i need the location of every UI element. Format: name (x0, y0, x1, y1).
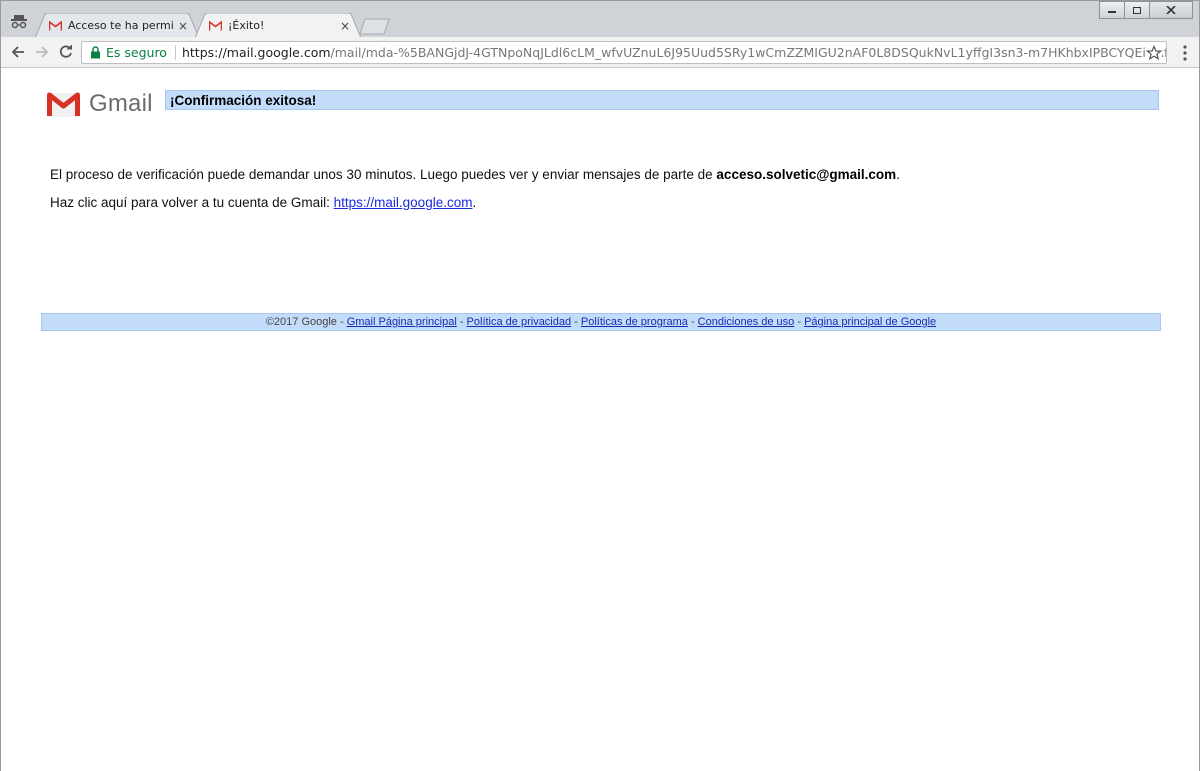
url-host: https://mail.google.com (181, 45, 331, 60)
gmail-link[interactable]: https://mail.google.com (334, 195, 473, 210)
incognito-icon (11, 15, 27, 29)
footer-separator: - (794, 316, 805, 328)
reload-icon (59, 45, 72, 58)
return-message: Haz clic aquí para volver a tu cuenta de… (50, 195, 476, 210)
tab-title: ¡Éxito! (228, 19, 265, 32)
minimize-button[interactable] (1099, 1, 1125, 19)
title-bar: Acceso te ha permitido e × ¡Éxito! × (1, 1, 1199, 38)
back-button[interactable] (9, 43, 27, 61)
message-punctuation: . (472, 195, 477, 210)
url-path: /mail/mda-%5BANGjdJ-4GTNpoNqJLdl6cLM_wfv… (330, 45, 1166, 60)
footer-link-gmail-home[interactable]: Gmail Página principal (347, 316, 457, 328)
back-icon (11, 46, 24, 58)
gmail-logo[interactable]: Gmail (47, 90, 153, 118)
address-bar[interactable]: Es seguro https://mail.google.com/mail/m… (81, 41, 1167, 64)
footer-separator: - (336, 316, 347, 328)
divider (174, 45, 176, 60)
message-punctuation: . (896, 167, 900, 182)
confirmation-title: ¡Confirmación exitosa! (165, 90, 1159, 110)
logo-text: Gmail (89, 90, 153, 117)
star-icon[interactable] (1146, 45, 1162, 61)
window-controls (1099, 1, 1193, 19)
tab-acceso[interactable]: Acceso te ha permitido e × (35, 13, 199, 38)
lock-icon (91, 46, 100, 59)
tab-exito[interactable]: ¡Éxito! × (195, 13, 361, 38)
page-content: Gmail ¡Confirmación exitosa! El proceso … (1, 69, 1199, 771)
forward-button[interactable] (33, 43, 51, 61)
gmail-m-icon (47, 92, 80, 117)
footer-link-program-policies[interactable]: Políticas de programa (581, 316, 688, 328)
minimize-icon (1108, 11, 1116, 13)
account-email: acceso.solvetic@gmail.com (716, 167, 897, 182)
verification-message: El proceso de verificación puede demanda… (50, 167, 900, 182)
menu-icon[interactable] (1183, 45, 1187, 61)
tab-title: Acceso te ha permitido e (68, 19, 173, 32)
browser-window: Acceso te ha permitido e × ¡Éxito! × (0, 0, 1200, 771)
footer-separator: - (687, 316, 698, 328)
footer-link-privacy[interactable]: Política de privacidad (467, 316, 572, 328)
forward-icon (36, 46, 49, 58)
reload-button[interactable] (57, 43, 75, 61)
footer-separator: - (456, 316, 467, 328)
close-window-button[interactable] (1149, 1, 1193, 19)
tab-close-icon[interactable]: × (177, 20, 189, 32)
browser-toolbar: Es seguro https://mail.google.com/mail/m… (1, 37, 1199, 68)
gmail-favicon-icon (49, 20, 62, 30)
footer: ©2017 Google - Gmail Página principal - … (41, 313, 1161, 331)
message-text: El proceso de verificación puede demanda… (50, 167, 717, 182)
footer-link-google-home[interactable]: Página principal de Google (804, 316, 936, 328)
restore-icon (1133, 7, 1141, 14)
close-icon (1166, 6, 1176, 14)
tab-close-icon[interactable]: × (339, 20, 351, 32)
security-label: Es seguro (106, 45, 167, 60)
new-tab-button[interactable] (359, 18, 391, 35)
maximize-button[interactable] (1124, 1, 1150, 19)
message-text: Haz clic aquí para volver a tu cuenta de… (50, 195, 334, 210)
copyright: ©2017 Google (265, 316, 337, 328)
footer-link-terms[interactable]: Condiciones de uso (698, 316, 795, 328)
gmail-favicon-icon (209, 20, 222, 30)
footer-separator: - (571, 316, 581, 328)
